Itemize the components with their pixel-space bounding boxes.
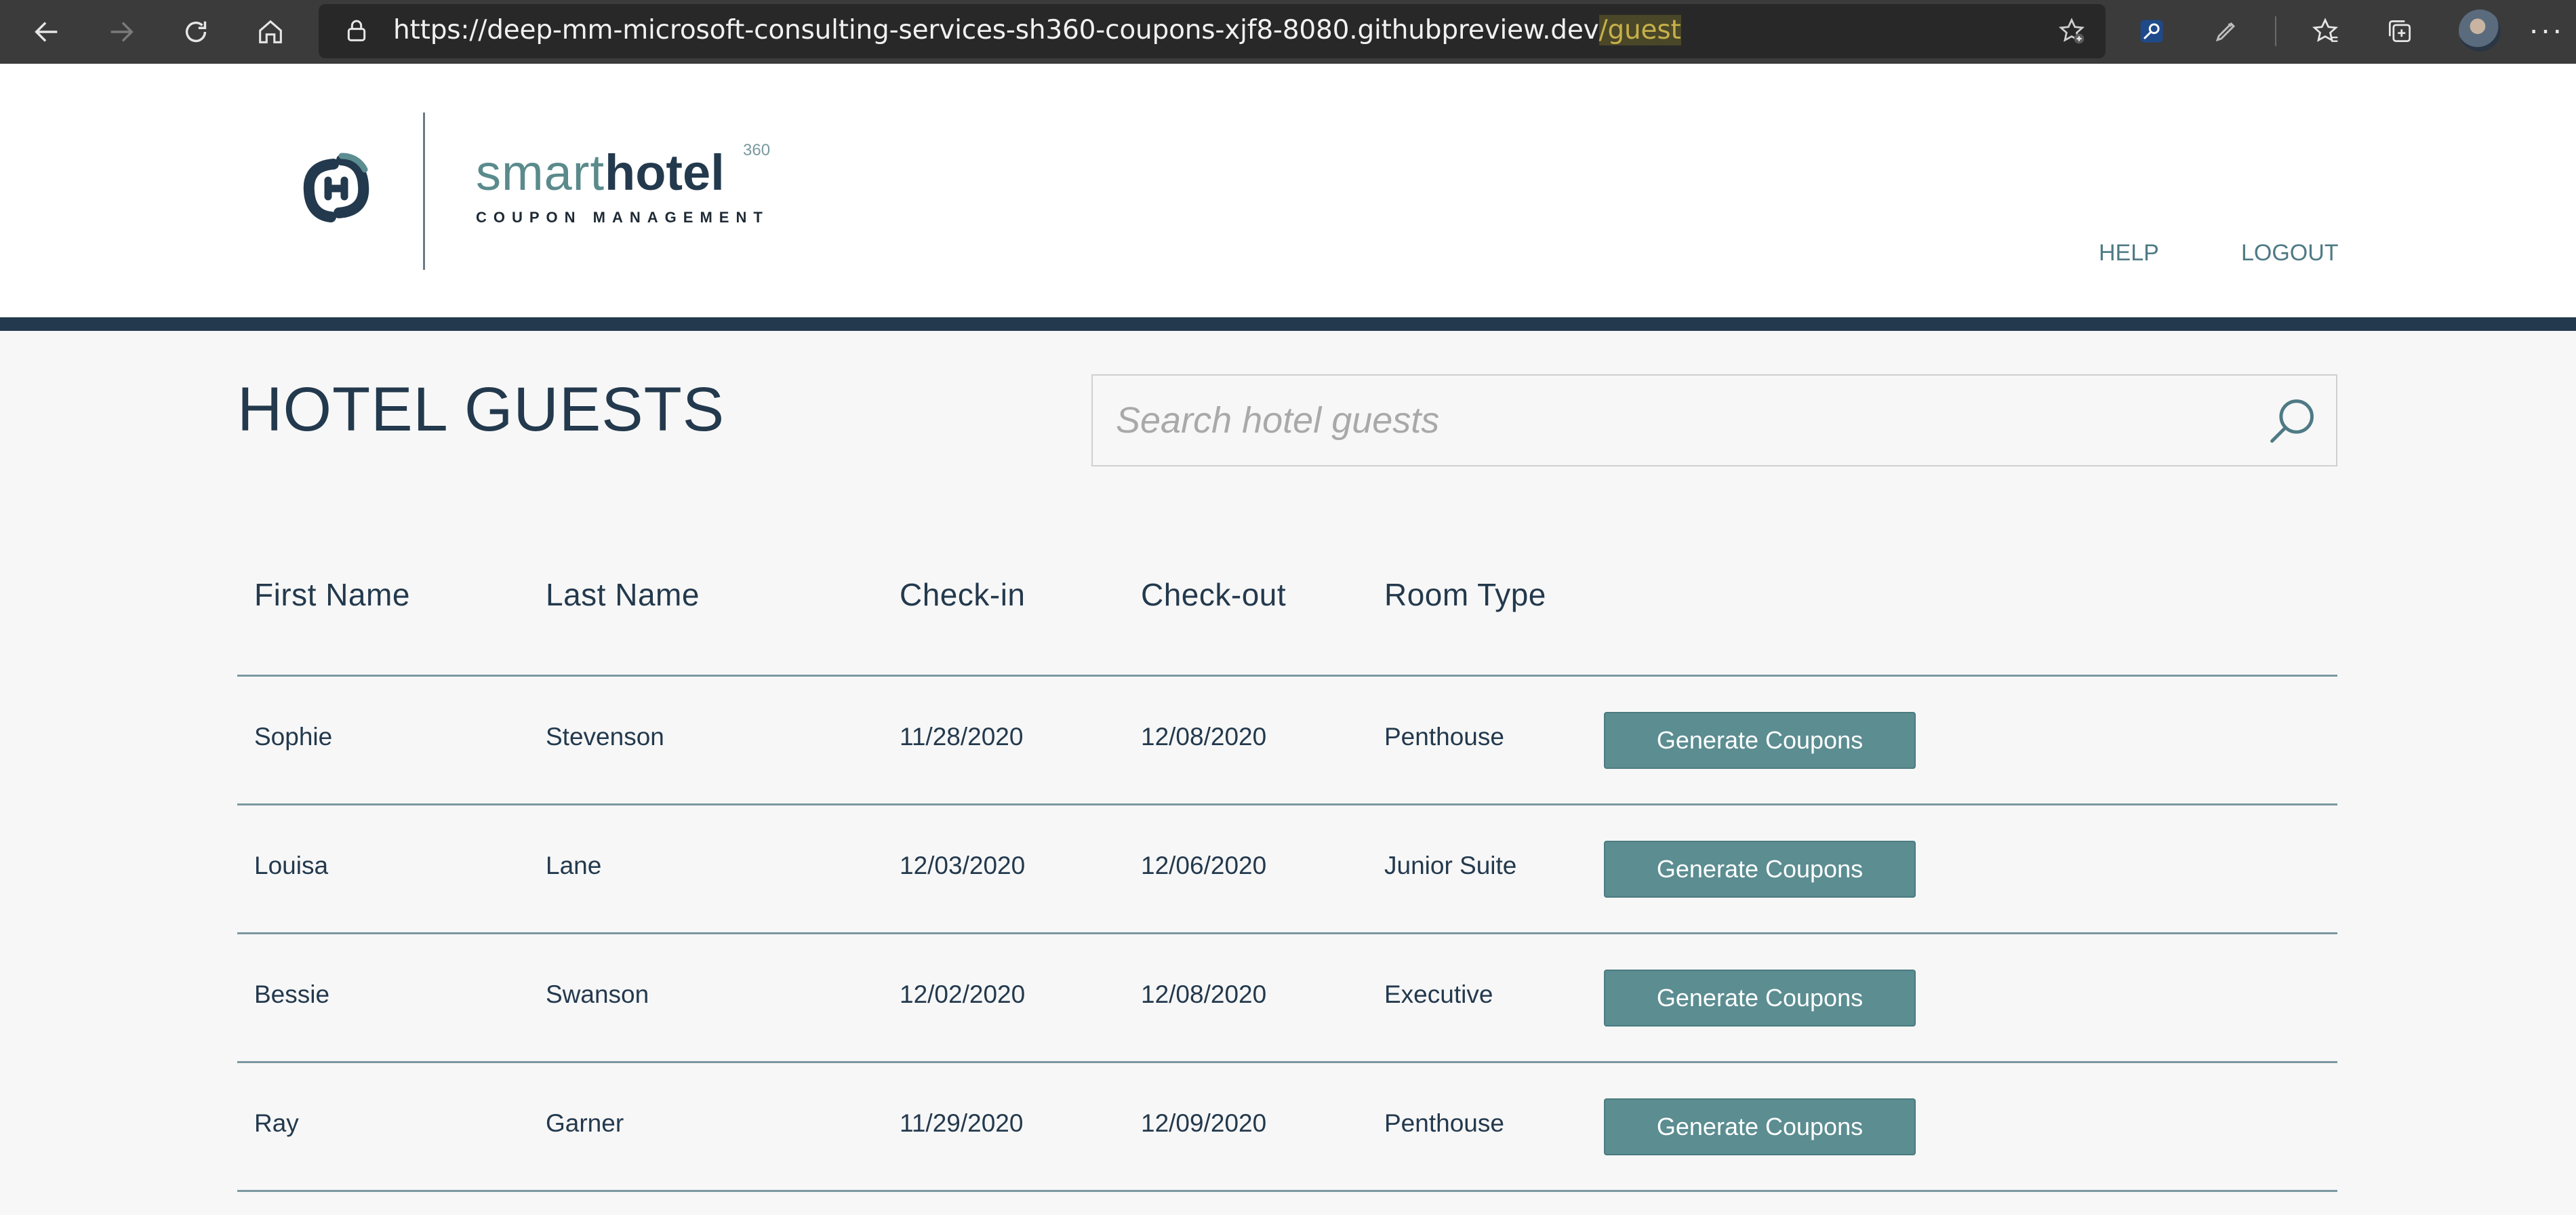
refresh-button[interactable] bbox=[174, 9, 218, 54]
url-base: https://deep-mm-microsoft-consulting-ser… bbox=[393, 15, 1599, 45]
profile-avatar[interactable] bbox=[2459, 9, 2501, 52]
logout-link[interactable]: LOGOUT bbox=[2241, 240, 2339, 266]
logo-divider bbox=[423, 113, 425, 270]
generate-coupons-button[interactable]: Generate Coupons bbox=[1604, 970, 1916, 1027]
brand-hotel: hotel bbox=[605, 144, 725, 201]
forward-button[interactable] bbox=[99, 9, 144, 54]
cell-check-out: 12/08/2020 bbox=[1141, 980, 1267, 1008]
url-text[interactable]: https://deep-mm-microsoft-consulting-ser… bbox=[393, 15, 1681, 45]
browser-toolbar: https://deep-mm-microsoft-consulting-ser… bbox=[0, 0, 2576, 64]
cell-check-in: 12/02/2020 bbox=[900, 980, 1026, 1008]
cell-check-out: 12/08/2020 bbox=[1141, 723, 1267, 751]
cell-check-in: 12/03/2020 bbox=[900, 852, 1026, 879]
forward-arrow-icon bbox=[110, 22, 134, 42]
brand-smart: smart bbox=[476, 144, 605, 201]
favorites-star-icon bbox=[2312, 18, 2339, 42]
refresh-icon bbox=[185, 21, 207, 43]
generate-coupons-button[interactable]: Generate Coupons bbox=[1604, 841, 1916, 898]
favorites-button[interactable] bbox=[2306, 12, 2344, 50]
cell-last-name: Lane bbox=[546, 852, 602, 879]
cell-check-in: 11/29/2020 bbox=[900, 1109, 1024, 1137]
header-accent-bar bbox=[0, 317, 2576, 331]
generate-coupons-button[interactable]: Generate Coupons bbox=[1604, 712, 1916, 769]
help-link[interactable]: HELP bbox=[2099, 240, 2159, 266]
column-header-room-type[interactable]: Room Type bbox=[1384, 576, 1546, 613]
cell-first-name: Ray bbox=[254, 1109, 299, 1137]
table-row: Ray Garner 11/29/2020 12/09/2020 Penthou… bbox=[237, 1063, 2337, 1192]
smarthotel-logo-icon bbox=[303, 153, 369, 222]
collections-button[interactable] bbox=[2381, 12, 2419, 50]
cell-check-out: 12/06/2020 bbox=[1141, 852, 1267, 879]
brand-wordmark: smarthotel bbox=[476, 142, 725, 203]
column-header-first-name[interactable]: First Name bbox=[254, 576, 410, 613]
search-icon[interactable] bbox=[2267, 396, 2318, 447]
toolbar-divider bbox=[2275, 16, 2276, 46]
extension-key-button[interactable] bbox=[2133, 12, 2171, 50]
table-header-row: First Name Last Name Check-in Check-out … bbox=[237, 536, 2337, 677]
cell-check-out: 12/09/2020 bbox=[1141, 1109, 1267, 1137]
generate-coupons-button[interactable]: Generate Coupons bbox=[1604, 1098, 1916, 1155]
add-favorite-icon[interactable] bbox=[2057, 16, 2087, 46]
page-title: HOTEL GUESTS bbox=[237, 375, 725, 444]
search-input[interactable] bbox=[1093, 376, 2245, 465]
column-header-last-name[interactable]: Last Name bbox=[546, 576, 700, 613]
column-header-check-out[interactable]: Check-out bbox=[1141, 576, 1286, 613]
cell-last-name: Garner bbox=[546, 1109, 624, 1137]
address-bar[interactable]: https://deep-mm-microsoft-consulting-ser… bbox=[319, 4, 2106, 58]
extension-pen-button[interactable] bbox=[2207, 12, 2245, 50]
cell-last-name: Swanson bbox=[546, 980, 649, 1008]
url-path: /guest bbox=[1598, 15, 1681, 45]
home-icon bbox=[259, 20, 282, 43]
lock-icon[interactable] bbox=[343, 18, 370, 45]
cell-check-in: 11/28/2020 bbox=[900, 723, 1024, 751]
cell-first-name: Bessie bbox=[254, 980, 330, 1008]
column-header-check-in[interactable]: Check-in bbox=[900, 576, 1026, 613]
cell-room-type: Penthouse bbox=[1384, 1109, 1504, 1137]
collections-icon bbox=[2388, 20, 2411, 43]
brand-subtitle: COUPON MANAGEMENT bbox=[476, 209, 769, 226]
app-header bbox=[0, 64, 2576, 317]
table-row: Bessie Swanson 12/02/2020 12/08/2020 Exe… bbox=[237, 934, 2337, 1063]
table-row: Louisa Lane 12/03/2020 12/06/2020 Junior… bbox=[237, 805, 2337, 934]
cell-room-type: Penthouse bbox=[1384, 723, 1504, 751]
cell-last-name: Stevenson bbox=[546, 723, 664, 751]
guests-table: First Name Last Name Check-in Check-out … bbox=[237, 536, 2337, 1192]
cell-room-type: Executive bbox=[1384, 980, 1493, 1008]
cell-first-name: Sophie bbox=[254, 723, 333, 751]
search-box[interactable] bbox=[1091, 374, 2337, 466]
table-row: Sophie Stevenson 11/28/2020 12/08/2020 P… bbox=[237, 677, 2337, 805]
key-extension-icon bbox=[2140, 20, 2163, 43]
back-button[interactable] bbox=[24, 9, 69, 54]
cell-first-name: Louisa bbox=[254, 852, 329, 879]
home-button[interactable] bbox=[248, 9, 293, 54]
pen-extension-icon bbox=[2215, 22, 2236, 42]
back-arrow-icon bbox=[35, 22, 58, 42]
brand-superscript: 360 bbox=[743, 141, 771, 159]
more-menu-icon[interactable]: ··· bbox=[2529, 14, 2564, 45]
cell-room-type: Junior Suite bbox=[1384, 852, 1517, 879]
